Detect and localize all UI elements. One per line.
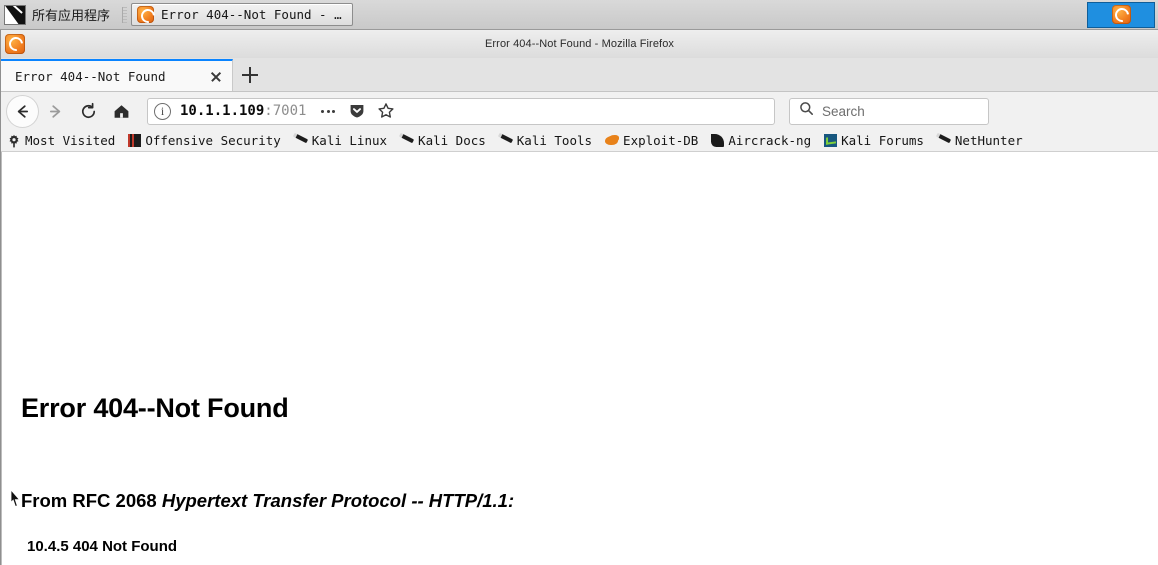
mouse-pointer-icon <box>10 488 22 508</box>
url-port: :7001 <box>264 103 307 119</box>
exploit-db-icon <box>605 134 619 148</box>
close-icon[interactable] <box>206 66 226 86</box>
offensive-security-icon <box>128 134 142 147</box>
bookmark-label: Kali Linux <box>311 133 388 148</box>
firefox-window: Error 404--Not Found - Mozilla Firefox E… <box>0 30 1158 565</box>
window-titlebar: Error 404--Not Found - Mozilla Firefox <box>1 30 1158 58</box>
tab-strip: Error 404--Not Found <box>1 58 1158 92</box>
search-bar[interactable]: Search <box>789 97 989 125</box>
bookmark-label: Offensive Security <box>145 133 281 148</box>
page-content: Error 404--Not Found From RFC 2068 Hyper… <box>1 152 1158 565</box>
kali-forums-icon <box>824 134 838 147</box>
firefox-icon <box>137 6 155 23</box>
bookmark-label: Aircrack-ng <box>728 133 812 148</box>
bookmark-offensive-security[interactable]: Offensive Security <box>128 133 281 148</box>
reload-button[interactable] <box>73 96 104 127</box>
navigation-toolbar: i 10.1.1.109:7001 Search <box>1 92 1158 130</box>
taskbar-active-window-indicator[interactable] <box>1087 1 1155 28</box>
back-button[interactable] <box>7 95 38 127</box>
applications-menu-label: 所有应用程序 <box>32 8 111 23</box>
rfc-reference-heading: From RFC 2068 Hypertext Transfer Protoco… <box>21 490 514 512</box>
search-input[interactable]: Search <box>822 104 865 119</box>
bookmark-kali-linux[interactable]: Kali Linux <box>294 133 387 148</box>
search-icon <box>799 101 814 121</box>
bookmark-aircrack-ng[interactable]: Aircrack-ng <box>711 133 811 148</box>
bookmark-label: Kali Tools <box>516 133 593 148</box>
bookmarks-toolbar: Most Visited Offensive Security Kali Lin… <box>1 130 1158 152</box>
bookmark-label: Exploit-DB <box>623 133 699 148</box>
window-title: Error 404--Not Found - Mozilla Firefox <box>484 38 675 50</box>
page-title: Error 404--Not Found <box>21 393 289 423</box>
applications-menu[interactable]: 所有应用程序 <box>0 0 118 30</box>
taskbar-drag-handle[interactable] <box>122 6 128 23</box>
kali-pen-icon <box>499 134 513 148</box>
url-text: 10.1.1.109:7001 <box>180 103 306 119</box>
taskbar-window-button-label: Error 404--Not Found - … <box>161 7 342 22</box>
bookmark-kali-forums[interactable]: Kali Forums <box>824 133 924 148</box>
kali-dragon-icon <box>4 4 26 25</box>
url-bar-actions <box>315 98 399 124</box>
bookmark-most-visited[interactable]: Most Visited <box>7 133 115 148</box>
section-heading: 10.4.5 404 Not Found <box>27 538 178 555</box>
forward-button[interactable] <box>40 96 71 127</box>
bookmark-exploit-db[interactable]: Exploit-DB <box>605 133 698 148</box>
tab-label: Error 404--Not Found <box>15 68 166 84</box>
bookmark-label: Most Visited <box>25 133 116 148</box>
pocket-shield-icon[interactable] <box>344 98 370 124</box>
new-tab-button[interactable] <box>233 59 267 91</box>
kali-pen-icon <box>400 134 414 148</box>
info-circle-icon[interactable]: i <box>154 102 171 120</box>
url-bar[interactable]: i 10.1.1.109:7001 <box>147 97 775 125</box>
taskbar-window-button-firefox[interactable]: Error 404--Not Found - … <box>131 3 353 26</box>
rfc-prefix: From RFC 2068 <box>21 490 162 511</box>
bookmark-label: Kali Docs <box>418 133 486 148</box>
bookmark-kali-tools[interactable]: Kali Tools <box>499 133 592 148</box>
rfc-title: Hypertext Transfer Protocol -- HTTP/1.1: <box>161 490 515 511</box>
desktop-taskbar: 所有应用程序 Error 404--Not Found - … <box>0 0 1158 30</box>
firefox-icon <box>1111 5 1131 24</box>
bookmark-nethunter[interactable]: NetHunter <box>937 133 1023 148</box>
bookmark-label: NetHunter <box>954 133 1023 148</box>
bookmark-kali-docs[interactable]: Kali Docs <box>400 133 486 148</box>
tab-error-404[interactable]: Error 404--Not Found <box>1 59 233 91</box>
star-outline-icon[interactable] <box>373 98 399 124</box>
kali-pen-icon <box>294 134 308 148</box>
home-button[interactable] <box>106 96 137 127</box>
taskbar-tray <box>1087 0 1158 30</box>
url-host: 10.1.1.109 <box>180 103 265 119</box>
ellipsis-icon[interactable] <box>315 98 341 124</box>
gear-icon <box>7 134 21 148</box>
aircrack-ng-icon <box>711 134 725 147</box>
bookmark-label: Kali Forums <box>841 133 924 148</box>
kali-pen-icon <box>937 134 951 148</box>
